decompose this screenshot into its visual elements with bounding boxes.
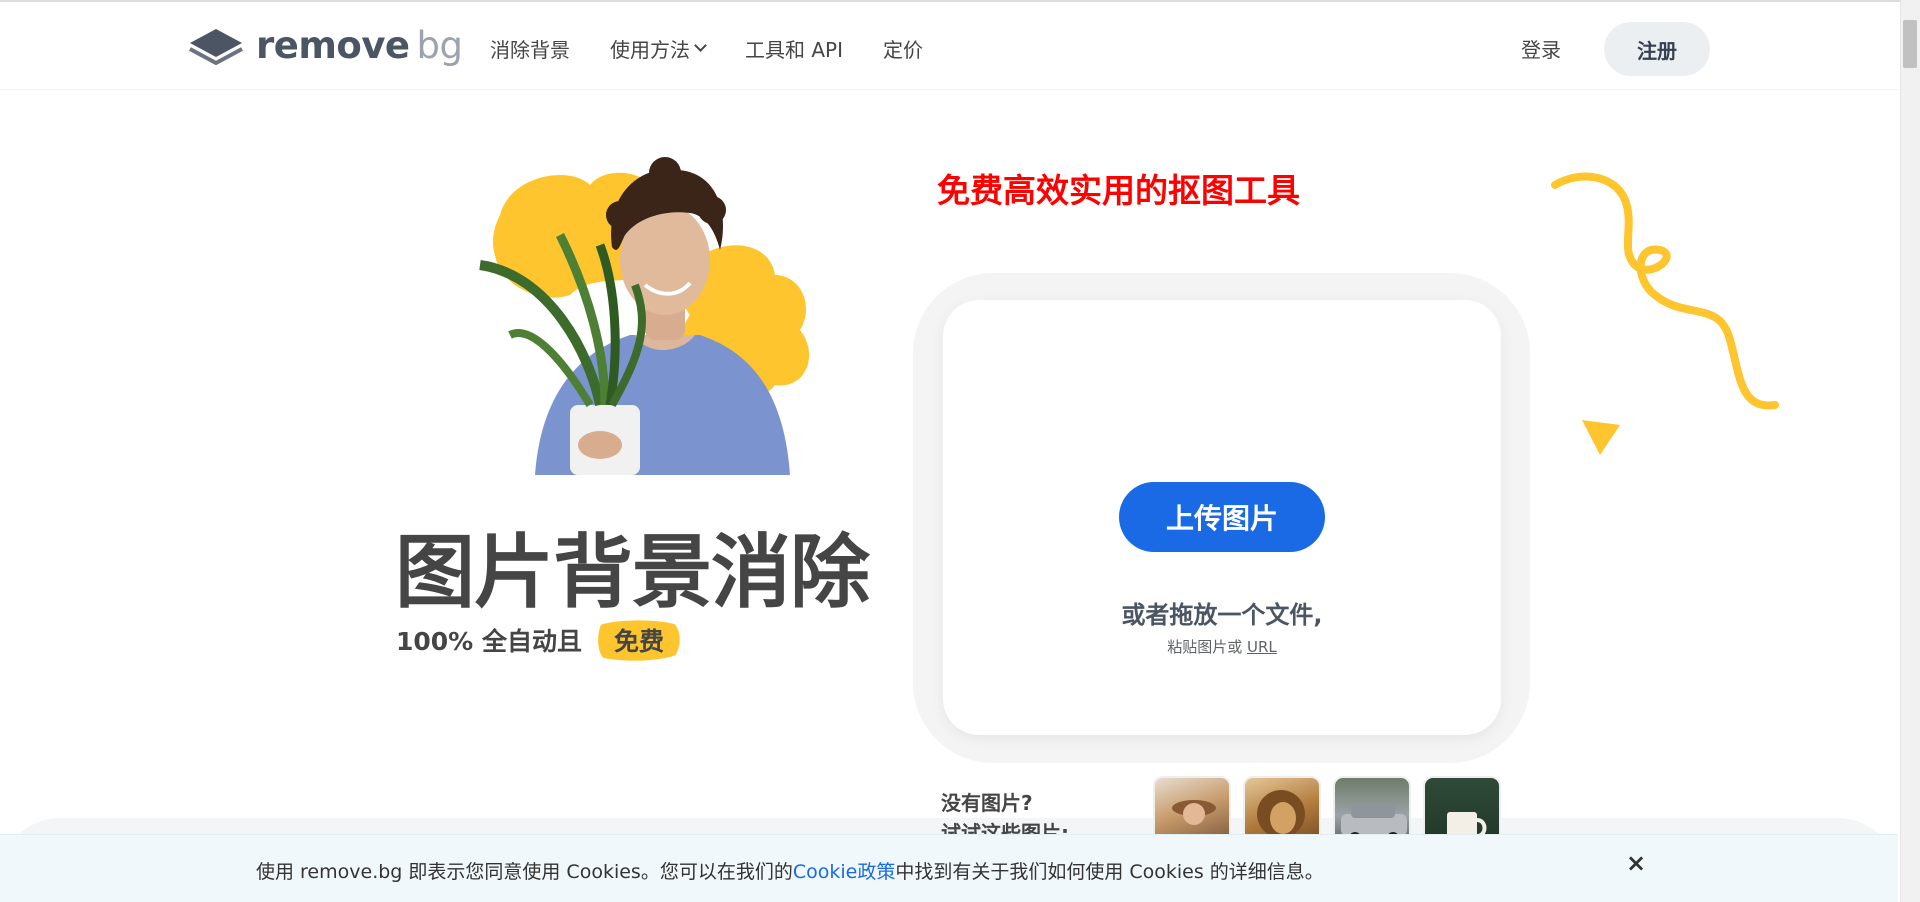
paste-hint: 粘贴图片或 URL <box>1167 638 1277 656</box>
logo-layers-icon <box>189 29 243 65</box>
sample-prompt-line1: 没有图片? <box>941 791 1033 815</box>
cookie-policy-link[interactable]: Cookie政策 <box>793 861 896 883</box>
nav-pricing[interactable]: 定价 <box>883 34 923 63</box>
cookie-text: 使用 remove.bg 即表示您同意使用 Cookies。您可以在我们的Coo… <box>256 861 1324 883</box>
hero-title: 图片背景消除 <box>395 526 870 619</box>
upload-image-button[interactable]: 上传图片 <box>1119 482 1325 552</box>
hero-subtitle: 100% 全自动且 免费 <box>396 618 682 662</box>
promo-tagline: 免费高效实用的抠图工具 <box>937 171 1300 210</box>
logo-text: remove bg <box>256 23 463 67</box>
free-badge: 免费 <box>596 618 682 662</box>
nav-how-to-use[interactable]: 使用方法 <box>610 34 707 63</box>
login-link[interactable]: 登录 <box>1521 34 1561 63</box>
cookie-banner: 使用 remove.bg 即表示您同意使用 Cookies。您可以在我们的Coo… <box>0 834 1898 902</box>
logo[interactable]: remove bg <box>188 23 463 67</box>
signup-button[interactable]: 注册 <box>1604 22 1710 76</box>
chevron-down-icon <box>694 39 707 52</box>
page-scrollbar[interactable] <box>1900 0 1920 902</box>
scrollbar-thumb[interactable] <box>1903 20 1917 68</box>
close-icon[interactable]: × <box>1624 849 1648 877</box>
site-header: remove bg 消除背景 使用方法 工具和 API 定价 登录 注册 <box>0 2 1898 90</box>
url-link[interactable]: URL <box>1247 638 1277 656</box>
nav-remove-background[interactable]: 消除背景 <box>490 34 570 63</box>
squiggle-decoration-icon <box>1551 172 1779 455</box>
main-nav: 消除背景 使用方法 工具和 API 定价 <box>490 34 963 63</box>
hero-person-with-plant-image <box>479 157 810 475</box>
drop-file-text: 或者拖放一个文件, <box>1121 601 1323 629</box>
nav-tools-api[interactable]: 工具和 API <box>745 34 843 63</box>
